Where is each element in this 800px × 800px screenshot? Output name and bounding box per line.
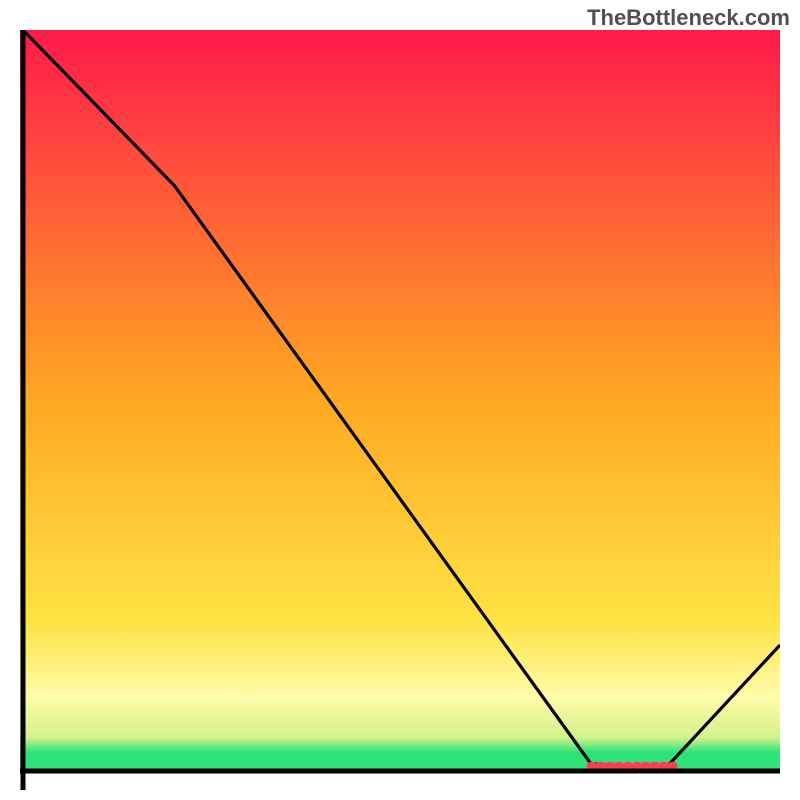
gradient-background — [20, 30, 780, 771]
watermark-text: TheBottleneck.com — [587, 5, 790, 31]
chart-svg — [20, 30, 780, 790]
chart-container: TheBottleneck.com — [0, 0, 800, 800]
plot-area — [20, 30, 780, 790]
